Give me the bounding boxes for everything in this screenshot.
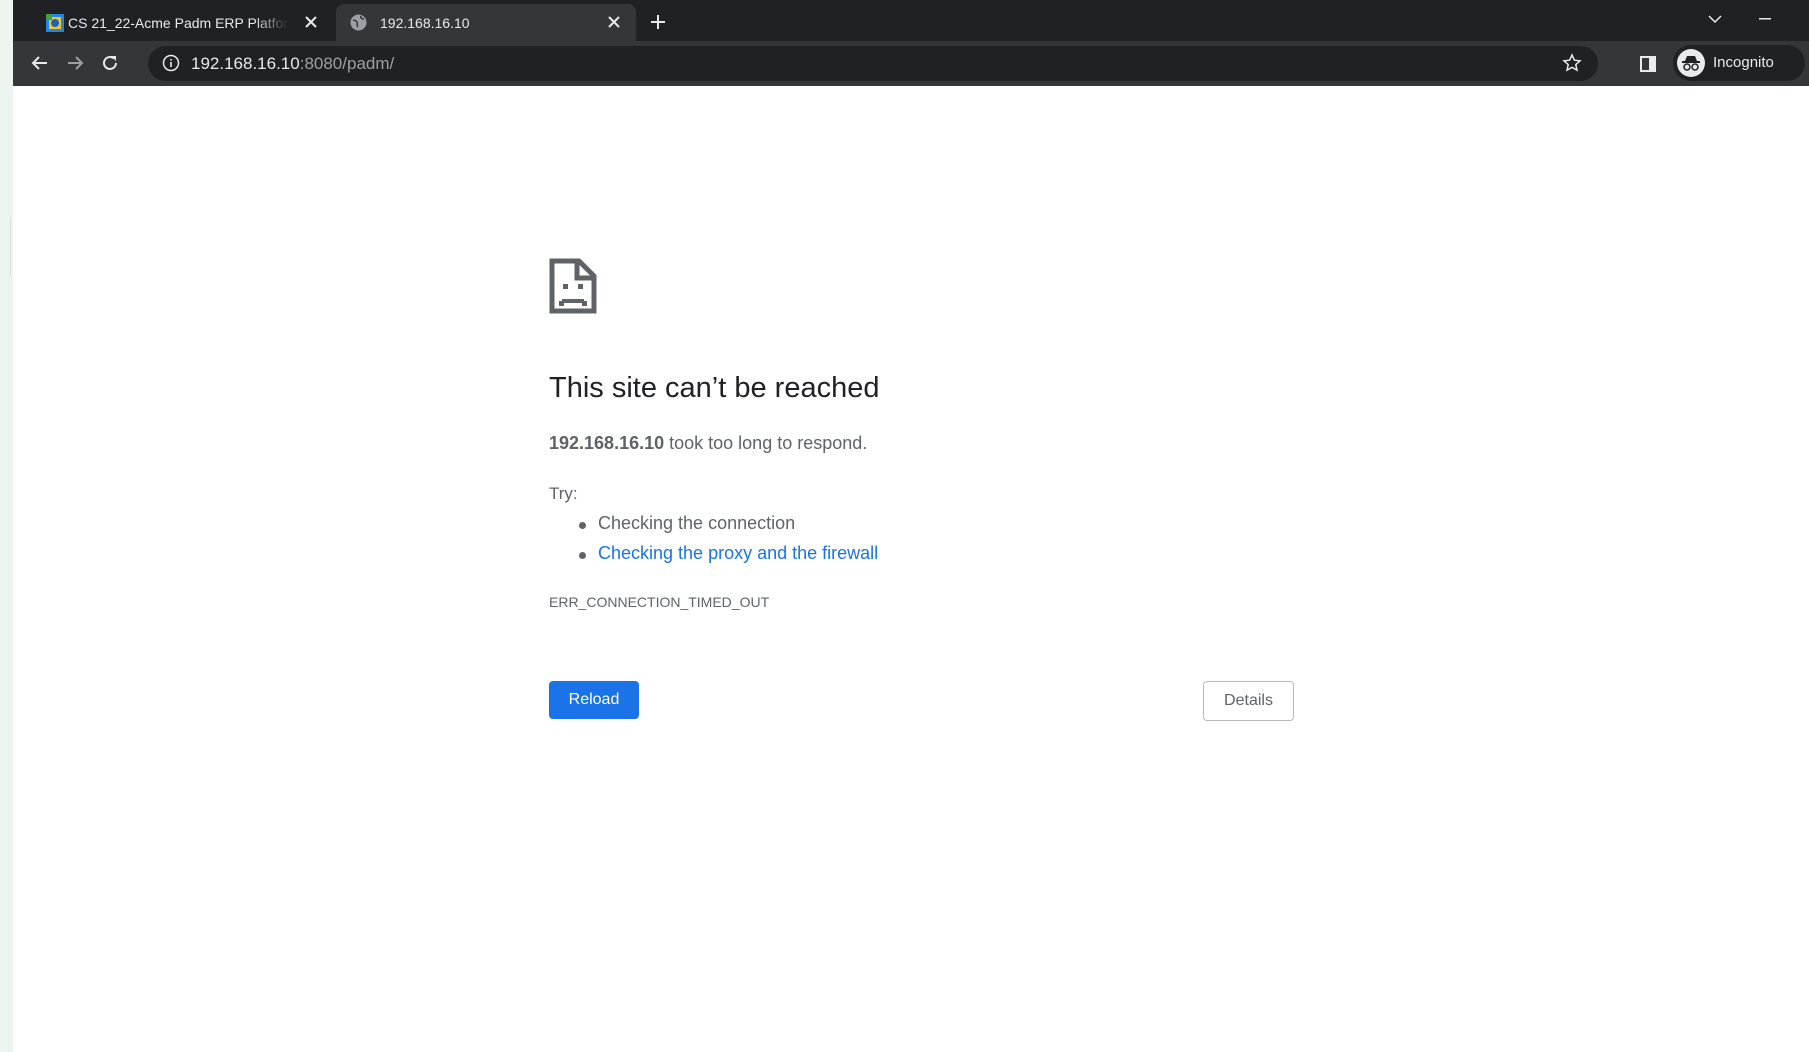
back-arrow-icon	[31, 56, 47, 70]
globe-icon	[350, 14, 367, 31]
reload-button[interactable]: Reload	[549, 681, 639, 719]
minimize-button[interactable]	[1745, 4, 1785, 34]
incognito-label: Incognito	[1713, 54, 1774, 71]
side-panel-button[interactable]	[1633, 49, 1663, 79]
refresh-icon	[103, 55, 117, 70]
details-button[interactable]: Details	[1203, 681, 1294, 721]
incognito-icon	[1677, 49, 1705, 77]
plus-icon	[651, 15, 665, 29]
restore-button[interactable]	[1795, 4, 1809, 34]
tab-title: 192.168.16.10	[380, 14, 470, 31]
toolbar: 192.168.16.10:8080/padm/ Incognito	[13, 41, 1809, 86]
site-info-icon[interactable]	[162, 54, 182, 74]
side-panel-icon	[1640, 56, 1656, 72]
browser-frame: CS 21_22-Acme Padm ERP Platform 192.168.…	[13, 0, 1809, 86]
bookmark-star-icon[interactable]	[1562, 53, 1584, 75]
background-window-edge	[0, 0, 13, 1052]
error-summary: 192.168.16.10 took too long to respond.	[549, 433, 867, 454]
minimize-icon	[1759, 18, 1771, 20]
reload-page-button[interactable]	[93, 46, 127, 80]
tab-active[interactable]: 192.168.16.10	[336, 4, 636, 41]
suggestion-check-connection: Checking the connection	[578, 513, 796, 533]
error-host: 192.168.16.10	[549, 433, 665, 453]
close-tab-icon[interactable]	[604, 12, 624, 32]
suggestion-proxy-firewall-link[interactable]: Checking the proxy and the firewall	[578, 543, 878, 564]
url-path: :8080/padm/	[299, 54, 395, 73]
url-text: 192.168.16.10:8080/padm/	[191, 54, 394, 74]
error-heading: This site can’t be reached	[549, 372, 880, 404]
address-bar[interactable]: 192.168.16.10:8080/padm/	[148, 46, 1598, 81]
forward-button[interactable]	[58, 46, 92, 80]
tab-strip: CS 21_22-Acme Padm ERP Platform 192.168.…	[13, 0, 1809, 41]
new-tab-button[interactable]	[643, 7, 673, 37]
app-logo-icon	[45, 13, 65, 33]
forward-arrow-icon	[68, 56, 84, 70]
try-label: Try:	[549, 484, 578, 503]
sad-page-icon	[549, 258, 597, 314]
close-tab-icon[interactable]	[301, 12, 321, 32]
error-summary-text: took too long to respond.	[664, 433, 868, 453]
error-code: ERR_CONNECTION_TIMED_OUT	[549, 594, 770, 610]
chevron-down-icon	[1708, 15, 1722, 24]
url-host: 192.168.16.10	[191, 54, 300, 73]
tab-acme-padm[interactable]: CS 21_22-Acme Padm ERP Platform	[33, 4, 333, 41]
tab-search-button[interactable]	[1695, 4, 1735, 34]
back-button[interactable]	[23, 46, 57, 80]
incognito-profile-button[interactable]: Incognito	[1673, 45, 1805, 81]
tab-title: CS 21_22-Acme Padm ERP Platform	[68, 14, 288, 31]
